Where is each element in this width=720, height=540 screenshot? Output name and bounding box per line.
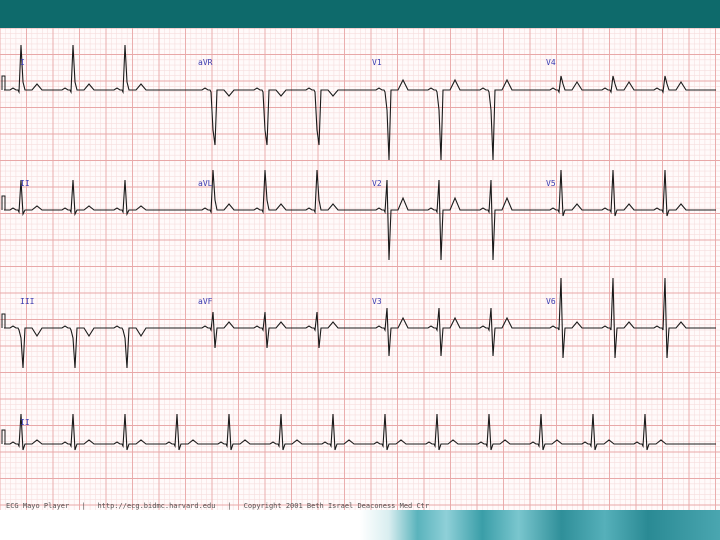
- calibration-pulse: [1, 75, 6, 90]
- lead-label-iii: III: [20, 297, 35, 306]
- grid-major: [0, 28, 720, 510]
- trace-avr: [196, 87, 370, 146]
- lead-label-i: I: [20, 58, 25, 67]
- calibration-pulse: [1, 429, 6, 444]
- footer-left: ECG Mayo Player: [6, 502, 70, 510]
- ecg-grid-and-traces: [0, 28, 720, 510]
- lead-label-v1: V1: [372, 58, 382, 67]
- trace-v1: [370, 78, 544, 161]
- lead-label-v4: V4: [546, 58, 556, 67]
- grid-minor: [0, 28, 720, 510]
- calibration-pulse: [1, 313, 6, 328]
- trace-v4: [544, 75, 716, 94]
- lead-label-v3: V3: [372, 297, 382, 306]
- lead-label-v2: V2: [372, 179, 382, 188]
- lead-label-v6: V6: [546, 297, 556, 306]
- trace-ii: [4, 179, 196, 217]
- lead-label-ii: II: [20, 179, 30, 188]
- bottom-decorative-bar: [0, 510, 720, 540]
- trace-v3: [370, 307, 544, 357]
- trace-v5: [544, 169, 716, 217]
- lead-label-avl: aVL: [198, 179, 213, 188]
- footer-credits: ECG Mayo Player | http://ecg.bidmc.harvard…: [6, 502, 430, 510]
- footer-middle: http://ecg.bidmc.harvard.edu: [97, 502, 216, 510]
- top-header-bar: [0, 0, 720, 28]
- lead-label-avr: aVR: [198, 58, 213, 67]
- lead-label-ii-rhythm: II: [20, 418, 30, 427]
- lead-label-v5: V5: [546, 179, 556, 188]
- footer-right: Copyright 2001 Beth Israel Deaconess Med…: [243, 502, 430, 510]
- lead-label-avf: aVF: [198, 297, 213, 306]
- trace-i: [4, 44, 196, 95]
- ecg-sheet: I aVR V1 V4 II aVL V2 V5 III aVF V3 V6 I…: [0, 28, 720, 510]
